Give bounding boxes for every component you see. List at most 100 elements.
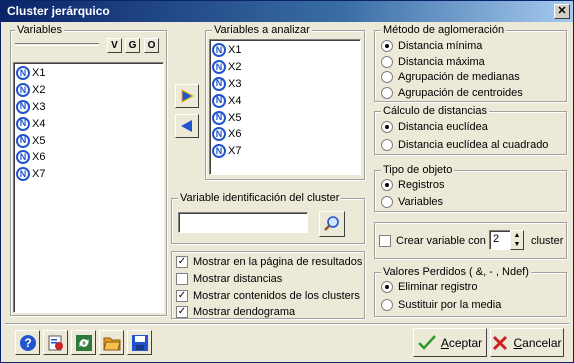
variable-item[interactable]: N X2 (16, 82, 161, 99)
accept-button[interactable]: Aceptar (413, 328, 487, 357)
distance-radio-0[interactable]: Distancia euclídea (381, 119, 488, 135)
analyze-variable-item-label: X7 (228, 145, 242, 158)
radio-button (381, 179, 393, 191)
analyze-variable-item[interactable]: N X1 (212, 42, 358, 59)
option-label: Mostrar contenidos de los clusters (193, 289, 360, 302)
save-button[interactable] (127, 330, 152, 355)
method-radio-label: Agrupación de centroides (398, 86, 523, 99)
method-radio-3[interactable]: Agrupación de centroides (381, 85, 523, 101)
numeric-variable-icon: N (212, 43, 226, 58)
sort-v-button[interactable]: V (107, 38, 122, 53)
svg-text:?: ? (24, 336, 31, 350)
variable-item[interactable]: N X4 (16, 115, 161, 132)
method-radio-label: Agrupación de medianas (398, 71, 520, 83)
variable-item-label: X3 (32, 100, 46, 113)
variable-item-label: X7 (32, 168, 46, 181)
object-type-radio-1[interactable]: Variables (381, 194, 443, 210)
variable-item-label: X6 (32, 151, 46, 164)
analyze-variable-item-label: X3 (228, 77, 242, 90)
refresh-icon (75, 334, 92, 351)
search-button[interactable] (319, 211, 345, 237)
bottom-separator (5, 323, 569, 325)
spin-down-icon: ▼ (513, 241, 521, 248)
sort-o-button[interactable]: O (144, 38, 159, 53)
radio-button (381, 55, 393, 68)
variable-item-label: X4 (32, 117, 46, 130)
analyze-variable-item-label: X2 (228, 61, 242, 74)
create-variable-label: Crear variable con (396, 235, 486, 247)
save-icon (131, 334, 148, 351)
missing-values-label: Valores Perdidos ( &, - , Ndef) (381, 266, 531, 279)
radio-button (381, 40, 393, 52)
sort-g-button[interactable]: G (125, 38, 140, 53)
radio-button (381, 196, 393, 208)
analyze-variable-item[interactable]: N X7 (212, 143, 358, 160)
numeric-variable-icon: N (16, 167, 30, 182)
help-icon: ? (19, 334, 36, 351)
arrow-left-icon (181, 120, 192, 132)
create-variable-checkbox[interactable]: Crear variable con (379, 233, 486, 249)
missing-radio-0[interactable]: Eliminar registro (381, 279, 477, 295)
dialog-window: Cluster jerárquico ✕ Variables V G O N X1… (0, 0, 574, 363)
open-folder-button[interactable] (99, 330, 124, 355)
missing-radio-1[interactable]: Sustituir por la media (381, 297, 501, 313)
option-checkbox-2[interactable]: ✓ Mostrar contenidos de los clusters (176, 288, 360, 304)
method-radio-1[interactable]: Distancia máxima (381, 54, 485, 70)
checkmark-icon (417, 334, 436, 350)
checkbox: ✓ (176, 289, 188, 302)
option-checkbox-1[interactable]: Mostrar distancias (176, 271, 282, 287)
checkbox: ✓ (176, 306, 188, 319)
method-radio-0[interactable]: Distancia mínima (381, 38, 482, 54)
variables-listbox[interactable]: N X1 N X2 N X3 N X4 N X5 N X6 N X7 (13, 62, 164, 313)
cluster-count-spinner[interactable]: ▲ ▼ (510, 230, 524, 250)
analyze-variable-item[interactable]: N X2 (212, 59, 358, 76)
cancel-button[interactable]: Cancelar (490, 328, 564, 357)
numeric-variable-icon: N (212, 110, 226, 125)
method-radio-2[interactable]: Agrupación de medianas (381, 69, 520, 85)
variable-item[interactable]: N X7 (16, 166, 161, 183)
distance-label: Cálculo de distancias (381, 105, 489, 118)
analyze-variable-item-label: X5 (228, 111, 242, 124)
radio-button (381, 299, 393, 311)
variable-item-label: X1 (32, 67, 46, 80)
cluster-count-input[interactable]: 2 (489, 230, 511, 250)
radio-button (381, 139, 393, 151)
variable-item[interactable]: N X3 (16, 99, 161, 116)
variable-item[interactable]: N X1 (16, 65, 161, 82)
analyze-variable-item[interactable]: N X3 (212, 76, 358, 93)
cancel-x-icon (493, 335, 508, 350)
variable-item-label: X5 (32, 134, 46, 147)
refresh-button[interactable] (71, 330, 96, 355)
variables-label: Variables (15, 24, 65, 37)
numeric-variable-icon: N (16, 83, 30, 98)
id-variable-input[interactable] (178, 212, 308, 233)
analyze-listbox[interactable]: N X1 N X2 N X3 N X4 N X5 N X6 N X7 (209, 39, 361, 175)
radio-button (381, 281, 393, 293)
distance-radio-1[interactable]: Distancia euclídea al cuadrado (381, 137, 548, 153)
remove-variable-button[interactable] (175, 114, 199, 138)
analyze-variable-item[interactable]: N X6 (212, 126, 358, 143)
option-label: Mostrar dendograma (193, 306, 296, 319)
numeric-variable-icon: N (16, 133, 30, 148)
settings-button[interactable] (43, 330, 68, 355)
accept-label: Aceptar (440, 335, 483, 350)
variable-item[interactable]: N X6 (16, 149, 161, 166)
analyze-label: Variables a analizar (212, 24, 312, 37)
numeric-variable-icon: N (212, 76, 226, 91)
analyze-variable-item[interactable]: N X5 (212, 109, 358, 126)
radio-button (381, 86, 393, 99)
variables-separator (15, 43, 99, 46)
variable-item[interactable]: N X5 (16, 132, 161, 149)
add-variable-button[interactable] (175, 84, 199, 108)
help-button[interactable]: ? (15, 330, 40, 355)
numeric-variable-icon: N (212, 144, 226, 159)
option-checkbox-3[interactable]: ✓ Mostrar dendograma (176, 304, 295, 320)
object-type-label: Tipo de objeto (381, 164, 455, 177)
object-type-radio-0[interactable]: Registros (381, 177, 444, 193)
close-button[interactable]: ✕ (554, 4, 570, 19)
radio-button (381, 71, 393, 83)
analyze-variable-item[interactable]: N X4 (212, 92, 358, 109)
numeric-variable-icon: N (212, 93, 226, 108)
cluster-count-value: 2 (493, 233, 500, 245)
option-checkbox-0[interactable]: ✓ Mostrar en la página de resultados (176, 254, 362, 270)
